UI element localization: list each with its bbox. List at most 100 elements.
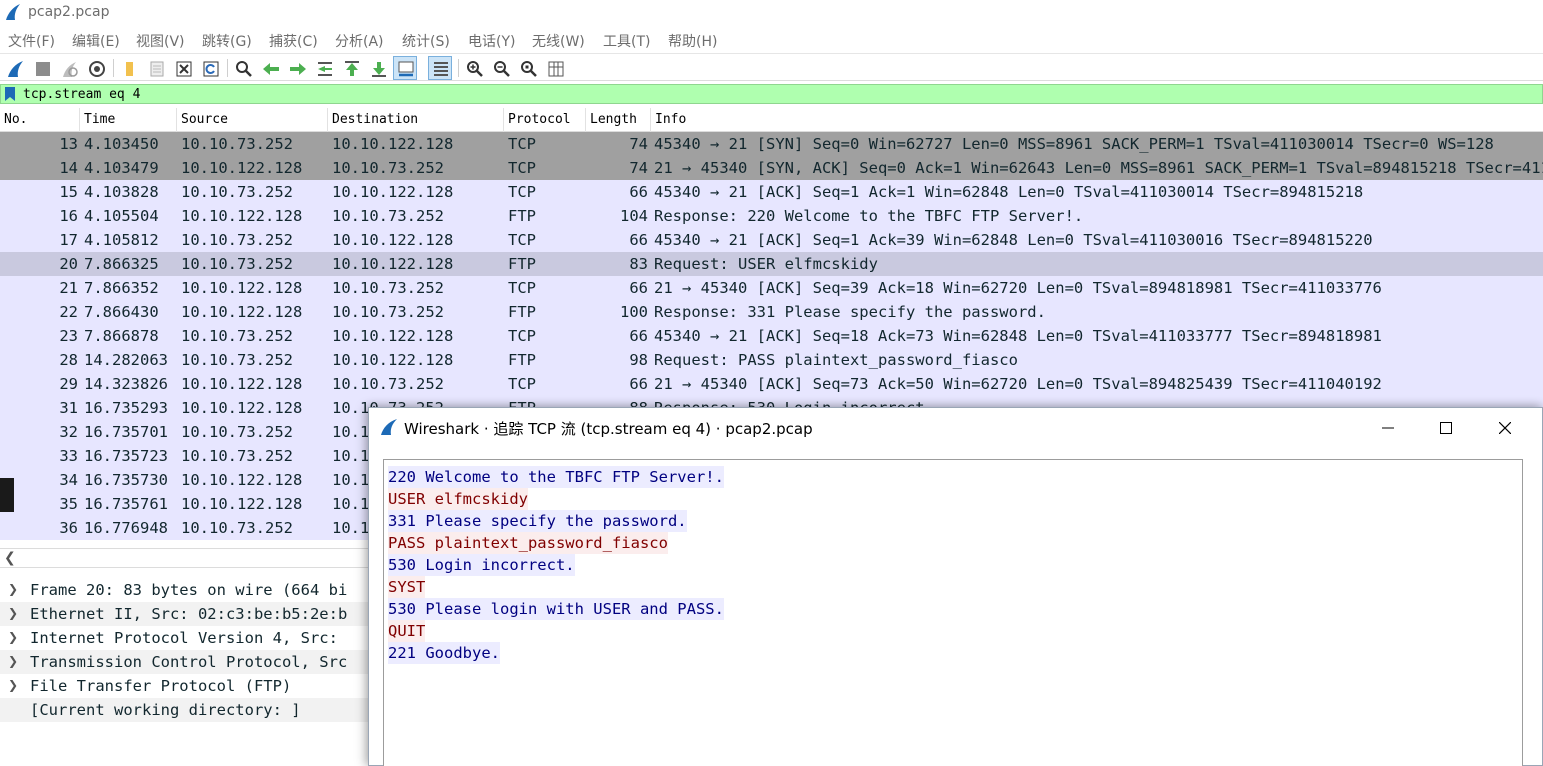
- packet-len-cell: 66: [629, 183, 648, 201]
- packet-row[interactable]: 22 7.866430 10.10.122.128 10.10.73.252 FTP 10…: [0, 300, 1543, 324]
- packet-list-side-marker[interactable]: [0, 478, 14, 512]
- packet-no-cell: 29: [59, 375, 78, 393]
- menu-analyze[interactable]: 分析(A): [335, 31, 384, 51]
- find-packet-icon[interactable]: [231, 56, 255, 80]
- capture-options-icon[interactable]: [84, 56, 108, 80]
- go-forward-icon[interactable]: [285, 56, 309, 80]
- menu-statistics[interactable]: 统计(S): [402, 31, 450, 51]
- stream-line-client: USER elfmcskidy: [388, 488, 528, 510]
- packet-dst-cell: 10.10.122.128: [332, 183, 454, 201]
- zoom-normal-icon[interactable]: [516, 56, 540, 80]
- column-header-length[interactable]: Length: [586, 108, 651, 132]
- packet-src-cell: 10.10.122.128: [181, 207, 303, 225]
- packet-src-cell: 10.10.122.128: [181, 375, 303, 393]
- reload-file-icon[interactable]: [198, 56, 222, 80]
- maximize-button[interactable]: [1424, 414, 1468, 442]
- column-header-no[interactable]: No.: [0, 108, 80, 132]
- stop-capture-icon[interactable]: [30, 56, 54, 80]
- packet-no-cell: 16: [59, 207, 78, 225]
- packet-src-cell: 10.10.122.128: [181, 399, 303, 417]
- autoscroll-icon[interactable]: [393, 56, 417, 80]
- menu-view[interactable]: 视图(V): [136, 31, 185, 51]
- go-first-packet-icon[interactable]: [339, 56, 363, 80]
- zoom-out-icon[interactable]: [489, 56, 513, 80]
- packet-row[interactable]: 15 4.103828 10.10.73.252 10.10.122.128 TCP 66…: [0, 180, 1543, 204]
- column-header-time[interactable]: Time: [80, 108, 177, 132]
- scroll-left-icon[interactable]: ❮: [4, 550, 16, 566]
- zoom-in-icon[interactable]: [462, 56, 486, 80]
- restart-capture-icon[interactable]: [57, 56, 81, 80]
- stream-content[interactable]: 220 Welcome to the TBFC FTP Server!. USER…: [383, 459, 1523, 766]
- menu-help[interactable]: 帮助(H): [668, 31, 717, 51]
- packet-len-cell: 98: [629, 351, 648, 369]
- window-titlebar: pcap2.pcap: [0, 0, 1543, 26]
- column-header-source[interactable]: Source: [177, 108, 328, 132]
- packet-info-cell: 21 → 45340 [ACK] Seq=39 Ack=18 Win=62720…: [654, 279, 1382, 297]
- column-header-info[interactable]: Info: [651, 108, 1543, 132]
- packet-no-cell: 14: [59, 159, 78, 177]
- menu-capture[interactable]: 捕获(C): [269, 31, 318, 51]
- menu-edit[interactable]: 编辑(E): [72, 31, 120, 51]
- packet-row[interactable]: 17 4.105812 10.10.73.252 10.10.122.128 TCP 66…: [0, 228, 1543, 252]
- packet-info-cell: 45340 → 21 [ACK] Seq=1 Ack=1 Win=62848 L…: [654, 183, 1364, 201]
- menu-telephony[interactable]: 电话(Y): [468, 31, 515, 51]
- packet-row[interactable]: 28 14.282063 10.10.73.252 10.10.122.128 FTP 9…: [0, 348, 1543, 372]
- packet-src-cell: 10.10.122.128: [181, 471, 303, 489]
- colorize-icon[interactable]: [428, 56, 452, 80]
- packet-time-cell: 16.735730: [84, 471, 168, 489]
- packet-row[interactable]: 23 7.866878 10.10.73.252 10.10.122.128 TCP 66…: [0, 324, 1543, 348]
- packet-info-cell: 21 → 45340 [ACK] Seq=73 Ack=50 Win=62720…: [654, 375, 1382, 393]
- packet-no-cell: 28: [59, 351, 78, 369]
- column-header-protocol[interactable]: Protocol: [504, 108, 586, 132]
- detail-tree-label: File Transfer Protocol (FTP): [30, 677, 292, 695]
- display-filter-input[interactable]: [23, 86, 1523, 102]
- go-back-icon[interactable]: [258, 56, 282, 80]
- bookmark-icon[interactable]: [5, 87, 15, 101]
- packet-proto-cell: FTP: [508, 351, 536, 369]
- packet-info-cell: Request: USER elfmcskidy: [654, 255, 878, 273]
- stream-line-server: 220 Welcome to the TBFC FTP Server!.: [388, 466, 724, 488]
- packet-proto-cell: FTP: [508, 303, 536, 321]
- packet-row[interactable]: 13 4.103450 10.10.73.252 10.10.122.128 TCP 74…: [0, 132, 1543, 156]
- expand-chevron-icon[interactable]: ❯: [8, 606, 18, 620]
- packet-info-cell: 45340 → 21 [SYN] Seq=0 Win=62727 Len=0 M…: [654, 135, 1494, 153]
- close-button[interactable]: [1483, 414, 1527, 442]
- packet-row[interactable]: 29 14.323826 10.10.122.128 10.10.73.252 TCP 6…: [0, 372, 1543, 396]
- stream-line-server: 331 Please specify the password.: [388, 510, 687, 532]
- window-title: pcap2.pcap: [28, 4, 110, 20]
- minimize-button[interactable]: [1366, 414, 1410, 442]
- packet-len-cell: 74: [629, 135, 648, 153]
- expand-chevron-icon[interactable]: ❯: [8, 582, 18, 596]
- packet-row[interactable]: 20 7.866325 10.10.73.252 10.10.122.128 FTP 83…: [0, 252, 1543, 276]
- display-filter-bar: [0, 84, 1543, 104]
- go-last-packet-icon[interactable]: [366, 56, 390, 80]
- packet-dst-cell: 10.10.73.252: [332, 207, 444, 225]
- menu-file[interactable]: 文件(F): [8, 31, 55, 51]
- menu-tools[interactable]: 工具(T): [603, 31, 650, 51]
- packet-time-cell: 7.866352: [84, 279, 159, 297]
- menu-go[interactable]: 跳转(G): [202, 31, 252, 51]
- packet-row[interactable]: 16 4.105504 10.10.122.128 10.10.73.252 FTP 10…: [0, 204, 1543, 228]
- menu-wireless[interactable]: 无线(W): [532, 31, 585, 51]
- go-to-packet-icon[interactable]: [312, 56, 336, 80]
- packet-src-cell: 10.10.73.252: [181, 519, 293, 537]
- packet-row[interactable]: 21 7.866352 10.10.122.128 10.10.73.252 TCP 66…: [0, 276, 1543, 300]
- packet-no-cell: 17: [59, 231, 78, 249]
- expand-chevron-icon[interactable]: ❯: [8, 630, 18, 644]
- packet-time-cell: 14.323826: [84, 375, 168, 393]
- close-file-icon[interactable]: [171, 56, 195, 80]
- dialog-titlebar: Wireshark · 追踪 TCP 流 (tcp.stream eq 4) ·…: [369, 408, 1542, 446]
- packet-no-cell: 22: [59, 303, 78, 321]
- expand-chevron-icon[interactable]: ❯: [8, 678, 18, 692]
- open-file-icon[interactable]: [117, 56, 141, 80]
- detail-tree-label: Ethernet II, Src: 02:c3:be:b5:2e:b: [30, 605, 348, 623]
- packet-row[interactable]: 14 4.103479 10.10.122.128 10.10.73.252 TCP 74…: [0, 156, 1543, 180]
- save-file-icon[interactable]: [144, 56, 168, 80]
- shark-fin-start-icon[interactable]: [3, 56, 27, 80]
- minimize-icon: [1382, 427, 1394, 429]
- column-header-destination[interactable]: Destination: [328, 108, 504, 132]
- packet-dst-cell: 10.10.122.128: [332, 231, 454, 249]
- resize-columns-icon[interactable]: [543, 56, 567, 80]
- packet-dst-cell: 10.10.122.128: [332, 135, 454, 153]
- expand-chevron-icon[interactable]: ❯: [8, 654, 18, 668]
